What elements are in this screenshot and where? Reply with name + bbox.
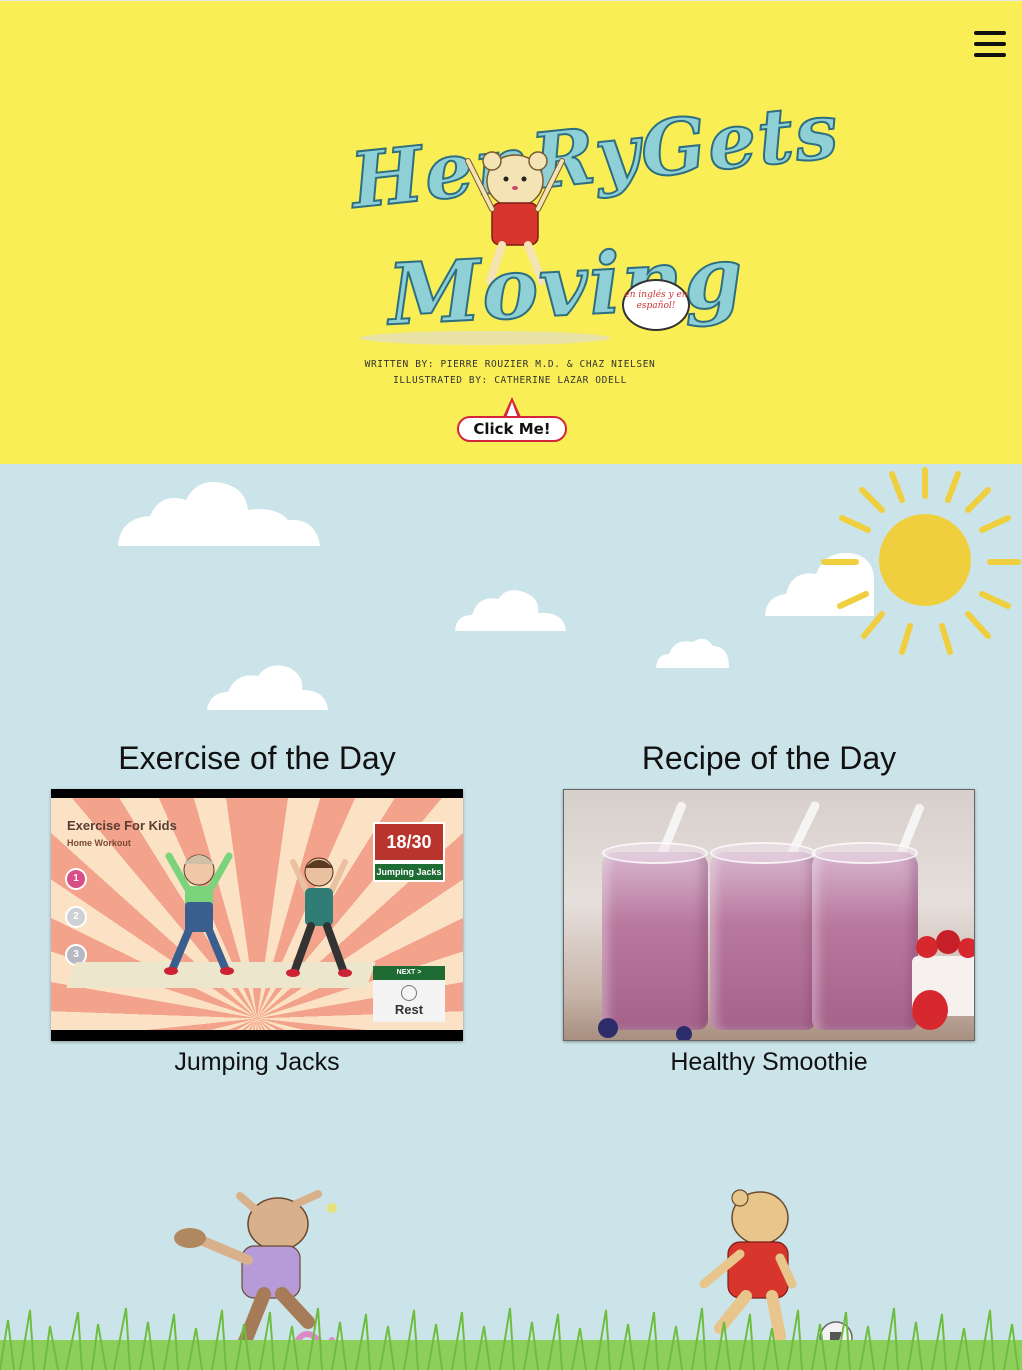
sun-icon [821, 467, 1021, 655]
click-me-button[interactable]: Click Me! [457, 416, 567, 442]
site-header: HenRyGets Moving en inglés y en español!… [0, 0, 1022, 464]
medal-gold-icon: 1 [65, 868, 87, 890]
clock-icon [401, 985, 417, 1001]
illustrated-by-credit: ILLUSTRATED BY: CATHERINE LAZAR ODELL [393, 375, 627, 386]
exercise-thumbnail-background: Exercise For Kids Home Workout 1 2 3 18/… [51, 798, 463, 1030]
thumbnail-title: Exercise For Kids [67, 818, 177, 833]
thumbnail-subtitle: Home Workout [67, 838, 131, 848]
written-by-credit: WRITTEN BY: PIERRE ROUZIER M.D. & CHAZ N… [364, 359, 656, 370]
smoothie-glass [602, 852, 708, 1030]
logo-title-line2: Moving [385, 226, 747, 345]
next-label: NEXT > [373, 966, 445, 980]
boy-character-illustration [286, 857, 352, 977]
cloud-icon [656, 638, 729, 668]
girl-character-illustration [164, 852, 234, 975]
strawberry-icon [912, 990, 948, 1030]
recipe-caption[interactable]: Healthy Smoothie [563, 1048, 975, 1077]
strawberry-icon [916, 936, 938, 958]
blueberry-icon [676, 1026, 692, 1040]
exercise-section-title: Exercise of the Day [118, 740, 396, 776]
glass-rim [812, 842, 918, 864]
exercise-video-thumbnail[interactable]: Exercise For Kids Home Workout 1 2 3 18/… [51, 789, 463, 1041]
glass-rim [602, 842, 708, 864]
strawberry-icon [958, 938, 974, 958]
smoothie-glass [812, 852, 918, 1030]
hamburger-menu-icon[interactable] [972, 29, 1008, 59]
grass-border [0, 1307, 1022, 1370]
logo-title-line1: HenRyGets [346, 85, 845, 227]
cloud-icon [207, 665, 328, 710]
strawberry-icon [936, 930, 960, 954]
book-cover-logo[interactable]: HenRyGets Moving en inglés y en español! [340, 85, 845, 401]
smoothie-photo[interactable] [563, 789, 975, 1041]
exercise-caption[interactable]: Jumping Jacks [51, 1048, 463, 1077]
smoothie-glass [710, 852, 816, 1030]
thumbnail-exercise-name: Jumping Jacks [373, 862, 445, 882]
rep-counter: 18/30 [373, 822, 445, 862]
blueberry-icon [598, 1018, 618, 1038]
cloud-icon [118, 482, 320, 546]
glass-rim [710, 842, 816, 864]
recipe-section-title: Recipe of the Day [641, 740, 897, 776]
language-speech-bubble: en inglés y en español! [622, 279, 690, 331]
cloud-icon [455, 590, 566, 631]
medal-silver-icon: 2 [65, 906, 87, 928]
